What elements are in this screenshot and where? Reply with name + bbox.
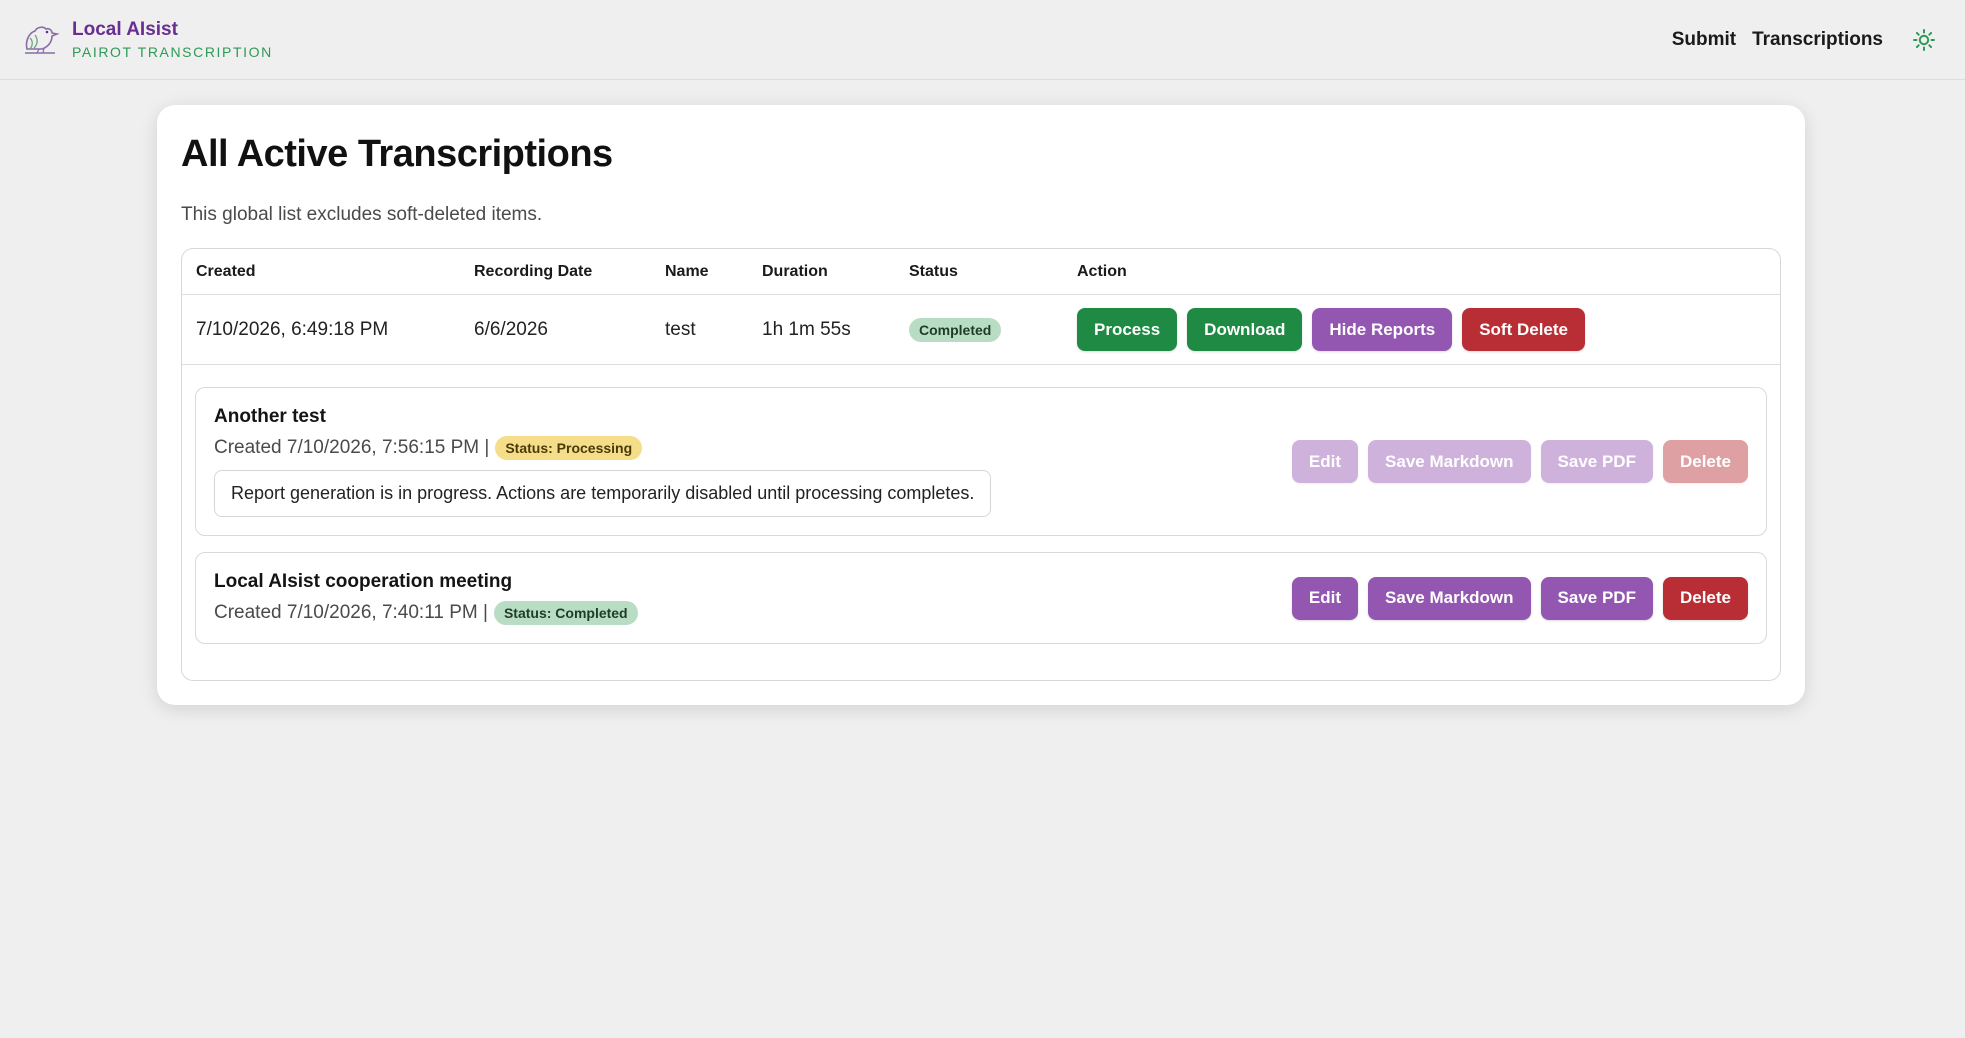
column-header-duration: Duration [762,262,828,280]
nav-transcriptions-link[interactable]: Transcriptions [1752,29,1883,51]
delete-button[interactable]: Delete [1662,576,1748,620]
hide-reports-button[interactable]: Hide Reports [1312,308,1453,351]
report-info: Local AIsist cooperation meeting Created… [214,571,638,625]
status-badge: Completed [909,317,1002,342]
report-meta: Created 7/10/2026, 7:40:11 PM | Status: … [214,601,638,625]
brand-subtitle: PAIROT TRANSCRIPTION [72,44,273,61]
process-button[interactable]: Process [1077,308,1178,351]
report-item: Another test Created 7/10/2026, 7:56:15 … [195,387,1767,536]
report-actions: Edit Save Markdown Save PDF Delete [1291,576,1748,620]
parrot-logo-icon [20,20,62,60]
save-markdown-button[interactable]: Save Markdown [1368,576,1531,620]
column-header-action: Action [1077,262,1127,280]
download-button[interactable]: Download [1187,308,1303,351]
report-info: Another test Created 7/10/2026, 7:56:15 … [214,406,992,517]
transcriptions-table: Created Recording Date Name Duration Sta… [181,248,1781,681]
status-badge: Status: Completed [493,601,638,625]
table-header: Created Recording Date Name Duration Sta… [182,249,1780,295]
save-markdown-button: Save Markdown [1368,440,1531,483]
report-actions: Edit Save Markdown Save PDF Delete [1291,440,1748,483]
save-pdf-button[interactable]: Save PDF [1540,576,1653,620]
reports-list: Another test Created 7/10/2026, 7:56:15 … [182,365,1780,644]
nav-submit-link[interactable]: Submit [1672,29,1736,51]
cell-created: 7/10/2026, 6:49:18 PM [196,318,389,340]
report-title: Local AIsist cooperation meeting [214,571,513,592]
brand[interactable]: Local AIsist PAIROT TRANSCRIPTION [20,19,273,61]
delete-button: Delete [1662,440,1748,483]
table-row: 7/10/2026, 6:49:18 PM 6/6/2026 test 1h 1… [182,295,1780,365]
column-header-created: Created [196,262,256,280]
cell-duration: 1h 1m 55s [762,318,851,340]
report-title: Another test [214,406,326,427]
cell-status: Completed [909,317,1077,342]
column-header-status: Status [909,262,958,280]
report-created: Created 7/10/2026, 7:56:15 PM | [214,437,490,458]
sun-icon[interactable] [1909,25,1939,55]
report-processing-note: Report generation is in progress. Action… [214,470,992,517]
page-title: All Active Transcriptions [181,133,613,175]
report-item: Local AIsist cooperation meeting Created… [195,552,1767,644]
soft-delete-button[interactable]: Soft Delete [1462,308,1585,351]
save-pdf-button: Save PDF [1540,440,1653,483]
transcriptions-card: All Active Transcriptions This global li… [157,105,1805,705]
edit-button[interactable]: Edit [1291,576,1359,620]
column-header-name: Name [665,262,709,280]
brand-name: Local AIsist [72,18,178,40]
cell-name: test [665,318,696,340]
status-badge: Status: Processing [495,436,643,460]
cell-recording-date: 6/6/2026 [474,318,548,340]
main-nav: Submit Transcriptions [1672,25,1939,55]
edit-button: Edit [1291,440,1359,483]
report-created: Created 7/10/2026, 7:40:11 PM | [214,602,488,623]
top-navbar: Local AIsist PAIROT TRANSCRIPTION Submit… [0,0,1965,80]
page-subtitle: This global list excludes soft-deleted i… [181,204,543,225]
column-header-recording-date: Recording Date [474,262,593,280]
row-actions: Process Download Hide Reports Soft Delet… [1077,308,1780,351]
report-meta: Created 7/10/2026, 7:56:15 PM | Status: … [214,436,991,460]
